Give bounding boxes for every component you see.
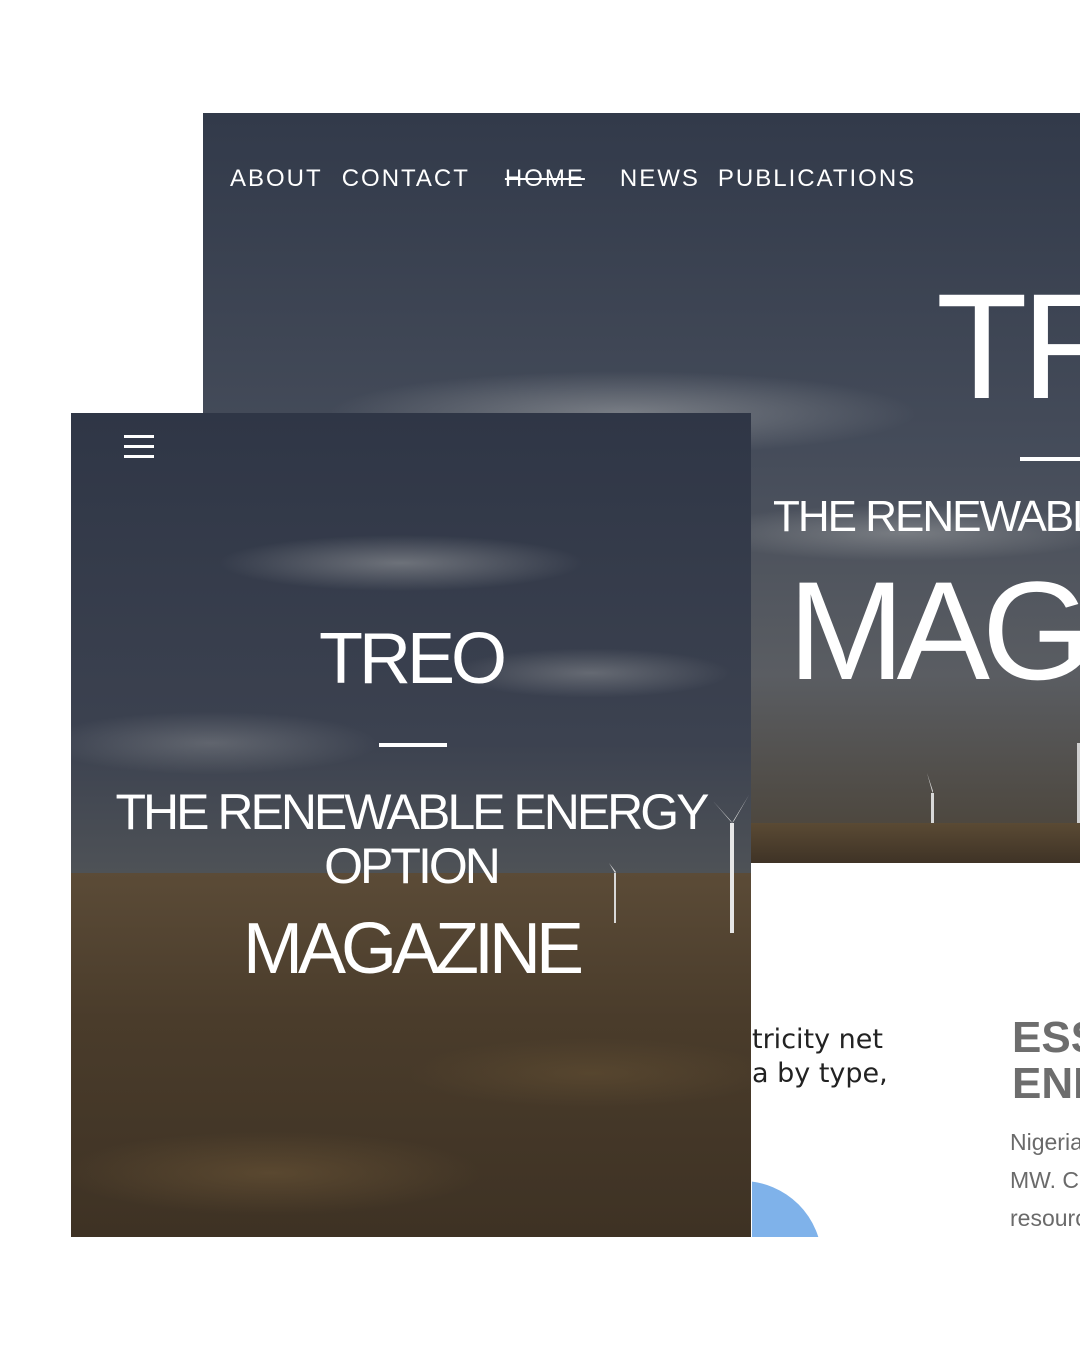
article-section: tricity net a by type, ESS ENE Nigeria M… — [752, 863, 1080, 1237]
nav-publications[interactable]: PUBLICATIONS — [718, 165, 916, 193]
mobile-hero-subtitle-line-1: THE RENEWABLE ENERGY — [115, 784, 709, 840]
section-body: Nigeria MW. C resourc — [1010, 1123, 1080, 1237]
mobile-hero-subtitle-line-2: OPTION — [324, 838, 501, 894]
pie-chart-slice — [752, 1181, 822, 1237]
nav-home[interactable]: HOME — [505, 165, 585, 193]
chart-caption-line-2: a by type, — [752, 1058, 888, 1089]
section-body-line-3: resourc — [1010, 1205, 1080, 1231]
mobile-hero-subtitle: THE RENEWABLE ENERGY OPTION — [71, 785, 751, 893]
hamburger-menu-icon[interactable] — [124, 435, 154, 459]
desktop-hero-title: TR — [936, 262, 1080, 430]
section-heading: ESS ENE — [1012, 1015, 1080, 1107]
showcase-canvas: ABOUT CONTACT HOME NEWS PUBLICATIONS TR … — [0, 0, 1080, 1350]
nav-news[interactable]: NEWS — [620, 165, 700, 193]
mobile-hero-divider — [379, 743, 447, 747]
mobile-hero-title: TREO — [318, 619, 507, 699]
nav-contact[interactable]: CONTACT — [342, 165, 470, 193]
section-body-line-2: MW. C — [1010, 1167, 1079, 1193]
chart-caption-line-1: tricity net — [752, 1024, 883, 1055]
nav-about[interactable]: ABOUT — [230, 165, 323, 193]
section-heading-line-2: ENE — [1012, 1059, 1080, 1108]
section-heading-line-1: ESS — [1012, 1013, 1080, 1062]
chart-caption: tricity net a by type, — [752, 1023, 888, 1091]
desktop-hero-divider — [1020, 457, 1080, 461]
desktop-nav: ABOUT CONTACT HOME NEWS PUBLICATIONS — [230, 165, 916, 193]
wind-turbine-icon — [1077, 743, 1080, 833]
mobile-mockup: TREO THE RENEWABLE ENERGY OPTION MAGAZIN… — [71, 413, 751, 1237]
desktop-hero-magazine: MAGA — [788, 552, 1080, 709]
section-body-line-1: Nigeria — [1010, 1129, 1080, 1155]
desktop-hero-subtitle: THE RENEWABL — [773, 492, 1080, 541]
mobile-hero-magazine: MAGAZINE — [242, 909, 584, 989]
